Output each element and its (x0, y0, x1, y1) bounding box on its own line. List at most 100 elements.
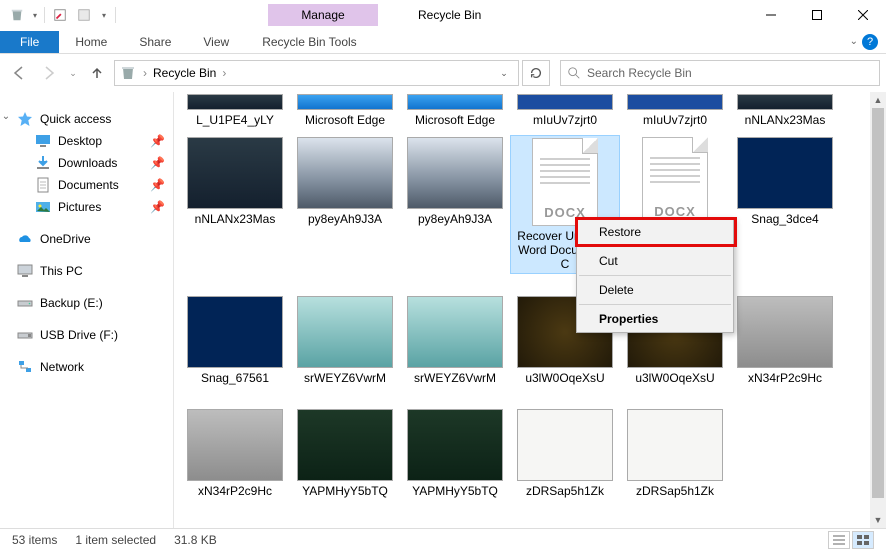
forward-button[interactable] (36, 60, 62, 86)
onedrive-icon (16, 231, 34, 247)
vertical-scrollbar[interactable]: ▲ ▼ (870, 92, 886, 528)
properties-icon[interactable] (49, 4, 71, 26)
file-item[interactable]: nNLANx23Mas (180, 135, 290, 274)
breadcrumb-location[interactable]: Recycle Bin (153, 66, 216, 80)
breadcrumb-sep: › (143, 66, 147, 80)
ribbon-tabs: File Home Share View Recycle Bin Tools ⌄… (0, 30, 886, 54)
file-label: L_U1PE4_yLY (196, 113, 274, 127)
file-item[interactable]: Microsoft Edge (290, 92, 400, 129)
file-item[interactable]: L_U1PE4_yLY (180, 92, 290, 129)
tab-share[interactable]: Share (123, 31, 187, 53)
caret-icon[interactable]: ⌄ (0, 111, 12, 122)
view-thumbnails-button[interactable] (852, 531, 874, 549)
file-item[interactable]: zDRSap5h1Zk (510, 407, 620, 500)
usb-drive-icon (16, 327, 34, 343)
file-item[interactable]: xN34rP2c9Hc (730, 294, 840, 387)
ribbon-expand-icon[interactable]: ⌄ (850, 36, 858, 47)
file-item[interactable]: srWEYZ6VwrM (290, 294, 400, 387)
sidebar-label: Documents (58, 178, 119, 192)
file-thumbnail (627, 94, 723, 110)
file-label: nNLANx23Mas (195, 212, 276, 226)
context-menu-restore[interactable]: Restore (577, 219, 733, 245)
documents-icon (34, 177, 52, 193)
file-thumbnail (407, 94, 503, 110)
context-menu-sep (579, 304, 731, 305)
file-item[interactable]: nNLANx23Mas (730, 92, 840, 129)
search-input[interactable]: Search Recycle Bin (560, 60, 880, 86)
file-label: Snag_3dce4 (751, 212, 818, 226)
sidebar-item-backup[interactable]: Backup (E:) (0, 292, 173, 314)
back-button[interactable] (6, 60, 32, 86)
scrollbar-thumb[interactable] (872, 108, 884, 498)
scroll-down-icon[interactable]: ▼ (870, 512, 886, 528)
recycle-bin-icon[interactable] (6, 4, 28, 26)
sidebar-item-pictures[interactable]: Pictures 📌 (0, 196, 173, 218)
file-label: xN34rP2c9Hc (198, 484, 272, 498)
sidebar-item-usb[interactable]: USB Drive (F:) (0, 324, 173, 346)
file-label: zDRSap5h1Zk (636, 484, 714, 498)
sidebar-item-documents[interactable]: Documents 📌 (0, 174, 173, 196)
up-button[interactable] (84, 60, 110, 86)
file-thumbnail (737, 296, 833, 368)
sidebar-item-quick-access[interactable]: Quick access (0, 108, 173, 130)
pin-icon: 📌 (150, 156, 165, 170)
sidebar-item-network[interactable]: Network (0, 356, 173, 378)
scroll-up-icon[interactable]: ▲ (870, 92, 886, 108)
tab-file[interactable]: File (0, 31, 59, 53)
file-thumbnail (407, 296, 503, 368)
sidebar-item-desktop[interactable]: Desktop 📌 (0, 130, 173, 152)
sidebar-label: Desktop (58, 134, 102, 148)
file-item[interactable]: YAPMHyY5bTQ (290, 407, 400, 500)
file-item[interactable]: Microsoft Edge (400, 92, 510, 129)
file-thumbnail (187, 94, 283, 110)
file-item[interactable]: Snag_67561 (180, 294, 290, 387)
close-button[interactable] (840, 0, 886, 30)
pin-icon: 📌 (150, 178, 165, 192)
qat-dropdown-icon[interactable]: ▾ (30, 4, 40, 26)
maximize-button[interactable] (794, 0, 840, 30)
file-item[interactable]: zDRSap5h1Zk (620, 407, 730, 500)
file-thumbnail (297, 409, 393, 481)
nav-row: ⌄ › Recycle Bin › ⌄ Search Recycle Bin (0, 54, 886, 92)
file-item[interactable]: YAPMHyY5bTQ (400, 407, 510, 500)
context-menu-delete[interactable]: Delete (577, 277, 733, 303)
file-item[interactable]: srWEYZ6VwrM (400, 294, 510, 387)
file-label: srWEYZ6VwrM (304, 371, 386, 385)
tab-home[interactable]: Home (59, 31, 123, 53)
file-item[interactable]: py8eyAh9J3A (290, 135, 400, 274)
status-bar: 53 items 1 item selected 31.8 KB (0, 528, 886, 550)
qat-overflow-icon[interactable]: ▾ (97, 4, 111, 26)
file-item[interactable]: mIuUv7zjrt0 (620, 92, 730, 129)
content-pane: L_U1PE4_yLYMicrosoft EdgeMicrosoft Edgem… (174, 92, 886, 528)
contextual-tab-label: Manage (268, 4, 378, 26)
pc-icon (16, 263, 34, 279)
file-item[interactable]: Snag_3dce4 (730, 135, 840, 274)
view-details-button[interactable] (828, 531, 850, 549)
window-title: Recycle Bin (418, 8, 481, 22)
file-thumbnail (297, 94, 393, 110)
context-menu-sep (579, 246, 731, 247)
context-menu-cut[interactable]: Cut (577, 248, 733, 274)
address-bar[interactable]: › Recycle Bin › ⌄ (114, 60, 519, 86)
title-bar: ▾ ▾ Manage Recycle Bin (0, 0, 886, 30)
minimize-button[interactable] (748, 0, 794, 30)
file-thumbnail (627, 409, 723, 481)
pictures-icon (34, 199, 52, 215)
empty-bin-icon[interactable] (73, 4, 95, 26)
context-menu-properties[interactable]: Properties (577, 306, 733, 332)
address-dropdown-icon[interactable]: ⌄ (494, 68, 514, 79)
tab-view[interactable]: View (187, 31, 245, 53)
file-label: u3lW0OqeXsU (525, 371, 604, 385)
sidebar-item-this-pc[interactable]: This PC (0, 260, 173, 282)
file-item[interactable]: py8eyAh9J3A (400, 135, 510, 274)
files-grid[interactable]: L_U1PE4_yLYMicrosoft EdgeMicrosoft Edgem… (174, 92, 886, 526)
file-item[interactable]: mIuUv7zjrt0 (510, 92, 620, 129)
tab-recycle-bin-tools[interactable]: Recycle Bin Tools (245, 30, 374, 54)
refresh-button[interactable] (522, 60, 550, 86)
search-icon (567, 66, 581, 80)
recent-locations-icon[interactable]: ⌄ (66, 60, 80, 86)
help-icon[interactable]: ? (862, 34, 878, 50)
sidebar-item-downloads[interactable]: Downloads 📌 (0, 152, 173, 174)
file-item[interactable]: xN34rP2c9Hc (180, 407, 290, 500)
sidebar-item-onedrive[interactable]: OneDrive (0, 228, 173, 250)
